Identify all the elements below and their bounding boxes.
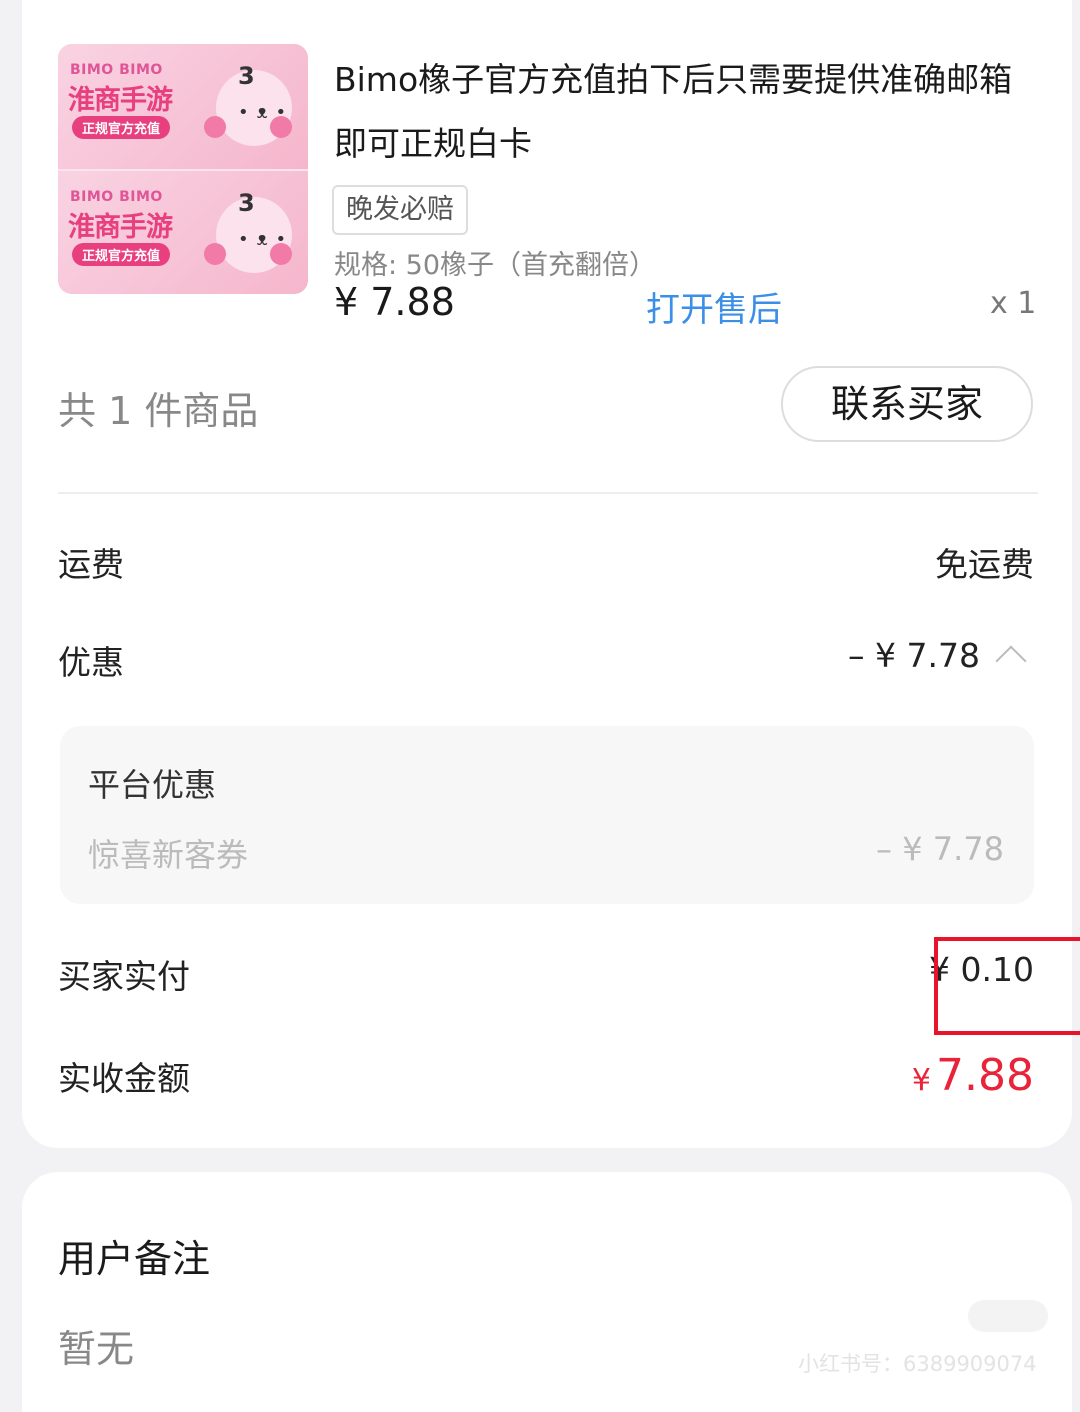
late-ship-badge: 晚发必赔 bbox=[332, 185, 468, 235]
bear-face: •ᴥ• bbox=[238, 229, 295, 250]
discount-value[interactable]: – ¥ 7.78 bbox=[848, 636, 980, 675]
thumbnail-tag: 正规官方充值 bbox=[72, 243, 171, 266]
user-note-value: 暂无 bbox=[58, 1327, 135, 1371]
received-currency: ¥ bbox=[911, 1063, 931, 1098]
thumbnail-tile: BIMO BIMO 淮商手游 正规官方充值 3 •ᴥ• bbox=[58, 44, 308, 169]
product-price: ¥ 7.88 bbox=[334, 280, 455, 324]
after-sale-link[interactable]: 打开售后 bbox=[646, 282, 782, 331]
contact-buyer-button[interactable]: 联系买家 bbox=[781, 366, 1033, 442]
thumbnail-brand: BIMO BIMO bbox=[70, 189, 163, 205]
thumbnail-number: 3 bbox=[238, 189, 255, 217]
promo-name: 惊喜新客券 bbox=[88, 836, 249, 874]
received-amount-value: ¥ 7.88 bbox=[912, 1050, 1034, 1101]
thumbnail-game-text: 淮商手游 bbox=[68, 85, 173, 116]
shipping-label: 运费 bbox=[58, 545, 124, 584]
discount-label[interactable]: 优惠 bbox=[58, 636, 124, 684]
highlight-box bbox=[934, 937, 1080, 1035]
thumbnail-number: 3 bbox=[238, 62, 255, 90]
thumbnail-tile: BIMO BIMO 淮商手游 正规官方充值 3 •ᴥ• bbox=[58, 169, 308, 294]
item-count: 共 1 件商品 bbox=[58, 389, 259, 433]
bear-face: •ᴥ• bbox=[238, 102, 295, 123]
buyer-paid-label: 买家实付 bbox=[58, 957, 190, 996]
product-spec: 规格: 50橡子（首充翻倍） bbox=[334, 250, 657, 281]
product-quantity: x 1 bbox=[990, 286, 1037, 321]
received-amount: 7.88 bbox=[936, 1050, 1034, 1101]
shipping-value: 免运费 bbox=[935, 545, 1034, 584]
bear-cheek bbox=[204, 116, 226, 138]
thumbnail-tag: 正规官方充值 bbox=[72, 116, 171, 139]
promo-title: 平台优惠 bbox=[88, 766, 217, 804]
user-note-title: 用户备注 bbox=[58, 1237, 211, 1281]
promo-detail-panel: 平台优惠 惊喜新客券 – ¥ 7.78 bbox=[60, 726, 1034, 904]
received-amount-label: 实收金额 bbox=[58, 1059, 190, 1098]
divider bbox=[58, 492, 1038, 494]
product-thumbnail[interactable]: BIMO BIMO 淮商手游 正规官方充值 3 •ᴥ• BIMO BIMO 淮商… bbox=[58, 44, 308, 294]
watermark: 小红书号：6389909074 bbox=[798, 1352, 1037, 1376]
thumbnail-brand: BIMO BIMO bbox=[70, 62, 163, 78]
product-title[interactable]: Bimo橡子官方充值拍下后只需要提供准确邮箱即可正规白卡 bbox=[334, 48, 1034, 176]
bear-cheek bbox=[204, 243, 226, 265]
watermark-logo bbox=[968, 1300, 1048, 1332]
thumbnail-game-text: 淮商手游 bbox=[68, 212, 173, 243]
promo-value: – ¥ 7.78 bbox=[876, 830, 1004, 868]
